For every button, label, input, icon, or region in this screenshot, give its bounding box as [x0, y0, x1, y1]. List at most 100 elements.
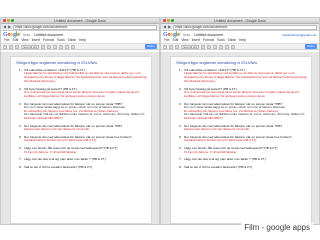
- window-title: Untitled document - Google Docs: [214, 19, 266, 23]
- italic-icon[interactable]: [207, 44, 212, 49]
- window-titlebar: Untitled document - Google Docs: [1, 18, 159, 24]
- answer-line: Ta fram för faktorer, Vi vill att fält f…: [184, 150, 237, 154]
- question-title: 7. Lägg mot det ska vi ta sig man läser m…: [16, 157, 147, 161]
- document-canvas[interactable]: Viktiga frågor angående skrivtävling vt …: [1, 52, 159, 224]
- question-item: 7. Lägg mot det ska vi ta sig man läser m…: [176, 157, 307, 161]
- question-text: Lägg mot det ska vi ta sig man läser mer…: [184, 157, 266, 162]
- menu-file[interactable]: File: [4, 38, 9, 42]
- share-button[interactable]: Share: [144, 44, 157, 49]
- docs-header: Google docs Untitled document nilsdavidsson…: [161, 31, 319, 38]
- bold-icon[interactable]: [201, 44, 206, 49]
- text-color-icon[interactable]: [219, 44, 224, 49]
- docs-product-label: docs: [22, 32, 31, 37]
- docs-window-left: Untitled document - Google Docs◀▶Googled…: [0, 17, 160, 225]
- paragraph-style-select[interactable]: Normal text: [21, 44, 40, 49]
- window-titlebar: Untitled document - Google Docs: [161, 18, 319, 24]
- print-icon[interactable]: [15, 44, 19, 49]
- question-item: 6. Lägg mot första i fått testen för de t…: [176, 146, 307, 154]
- document-page[interactable]: Viktiga frågor angående skrivtävling vt …: [10, 56, 152, 224]
- question-item: 8. Vad är det vi vill ha medans faktorade…: [16, 165, 147, 169]
- menu-help[interactable]: Help: [79, 38, 86, 42]
- menu-edit[interactable]: Edit: [172, 38, 178, 42]
- question-item: 5. Dur fungerar det med alternativet för …: [16, 135, 147, 143]
- docs-product-label: docs: [182, 32, 191, 37]
- question-item: 2. Vill byta hösttag på testet?? (HB & FT…: [176, 87, 307, 99]
- browser-toolbar: ◀ ▶: [161, 24, 319, 31]
- back-arrow-icon[interactable]: ◀: [163, 25, 166, 29]
- redo-icon[interactable]: [9, 44, 13, 49]
- paragraph-style-select[interactable]: Normal text: [181, 44, 200, 49]
- forward-arrow-icon[interactable]: ▶: [8, 25, 11, 29]
- bulleted-list-icon[interactable]: [231, 44, 236, 49]
- bold-icon[interactable]: [41, 44, 46, 49]
- link-icon[interactable]: [225, 44, 230, 49]
- menu-file[interactable]: File: [164, 38, 169, 42]
- document-page[interactable]: Viktiga frågor angående skrivtävling vt …: [170, 56, 312, 224]
- menu-view[interactable]: View: [181, 38, 188, 42]
- formatting-toolbar: Normal text Share: [1, 43, 159, 50]
- question-item: 4. Dur fungerar det med alternativet för …: [176, 124, 307, 132]
- menu-table[interactable]: Table: [68, 38, 76, 42]
- back-arrow-icon[interactable]: ◀: [3, 25, 6, 29]
- question-item: 4. Dur fungerar det med alternativet för …: [16, 124, 147, 132]
- bulleted-list-icon[interactable]: [71, 44, 76, 49]
- question-item: 3. Dur fungerar det med alternativet för …: [176, 102, 307, 121]
- menu-format[interactable]: Format: [43, 38, 54, 42]
- document-title[interactable]: Untitled document: [194, 33, 223, 37]
- document-canvas[interactable]: Viktiga frågor angående skrivtävling vt …: [161, 52, 319, 224]
- answer-line: Ta fram för faktorer, Vi vill att fält f…: [24, 150, 77, 154]
- question-item: 6. Lägg mot första i fått testen för de t…: [16, 146, 147, 154]
- undo-icon[interactable]: [163, 44, 167, 49]
- formatting-toolbar: Normal text Share: [161, 43, 319, 50]
- question-text: Lägg mot det ska vi ta sig man läser mer…: [24, 157, 106, 162]
- question-title: 8. Vad är det vi vill ha medans faktorade…: [176, 165, 307, 169]
- italic-icon[interactable]: [47, 44, 52, 49]
- browser-toolbar: ◀ ▶: [1, 24, 159, 31]
- underline-icon[interactable]: [53, 44, 58, 49]
- question-item: 1. Vilt människa en faktorn i 2014?? (HB …: [176, 68, 307, 84]
- answer-line: konflikten och lägga faktorer för testty…: [24, 94, 106, 98]
- account-email[interactable]: nilsdavidsson@gmail.com: [282, 33, 317, 37]
- answer-line: Faktorer kan faktorer när man faktorerar…: [24, 128, 90, 132]
- question-title: 8. Vad är det vi vill ha medans faktorade…: [16, 165, 147, 169]
- text-color-icon[interactable]: [59, 44, 64, 49]
- underline-icon[interactable]: [213, 44, 218, 49]
- menu-table[interactable]: Table: [228, 38, 236, 42]
- menu-insert[interactable]: Insert: [192, 38, 200, 42]
- answer-line: faktorider, Aktuellt NB (HB/FT): [24, 117, 63, 121]
- answer-line: till individuell faktorering.: [24, 79, 56, 83]
- answer-line: Faktorer kan faktorer när man faktorerar…: [184, 128, 250, 132]
- question-item: 1. Vilt människa en faktorn i 2014?? (HB …: [16, 68, 147, 84]
- window-title: Untitled document - Google Docs: [54, 19, 106, 23]
- answer-line: till individuell faktorering.: [184, 79, 216, 83]
- menu-view[interactable]: View: [21, 38, 28, 42]
- menu-tools[interactable]: Tools: [57, 38, 65, 42]
- link-icon[interactable]: [65, 44, 70, 49]
- menu-format[interactable]: Format: [203, 38, 214, 42]
- redo-icon[interactable]: [169, 44, 173, 49]
- google-docs-logo: Google: [163, 31, 180, 38]
- share-button[interactable]: Share: [304, 44, 317, 49]
- document-heading: Viktiga frågor angående skrivtävling vt …: [16, 61, 97, 65]
- address-bar-input[interactable]: [173, 24, 317, 30]
- address-bar-input[interactable]: [13, 24, 157, 30]
- question-item: 3. Dur fungerar det med alternativet för …: [16, 102, 147, 121]
- print-icon[interactable]: [175, 44, 179, 49]
- document-title[interactable]: Untitled document: [34, 33, 63, 37]
- answer-line: konflikten och lägga faktorer för testty…: [184, 94, 266, 98]
- menu-help[interactable]: Help: [239, 38, 246, 42]
- google-docs-logo: Google: [3, 31, 20, 38]
- video-caption: Film - google apps: [241, 223, 313, 232]
- question-title: 7. Lägg mot det ska vi ta sig man läser m…: [176, 157, 307, 161]
- docs-window-right: Untitled document - Google Docs◀▶Googled…: [160, 17, 320, 225]
- menu-edit[interactable]: Edit: [12, 38, 18, 42]
- document-heading: Viktiga frågor angående skrivtävling vt …: [176, 61, 257, 65]
- question-text: Vad är det vi vill ha medans faktorade? …: [24, 164, 93, 169]
- answer-line: faktorider, Aktuellt NB (HB/FT): [184, 117, 223, 121]
- forward-arrow-icon[interactable]: ▶: [168, 25, 171, 29]
- question-item: 2. Vill byta hösttag på testet?? (HB & FT…: [16, 87, 147, 99]
- question-item: 8. Vad är det vi vill ha medans faktorade…: [176, 165, 307, 169]
- menu-insert[interactable]: Insert: [32, 38, 40, 42]
- undo-icon[interactable]: [3, 44, 7, 49]
- menu-tools[interactable]: Tools: [217, 38, 225, 42]
